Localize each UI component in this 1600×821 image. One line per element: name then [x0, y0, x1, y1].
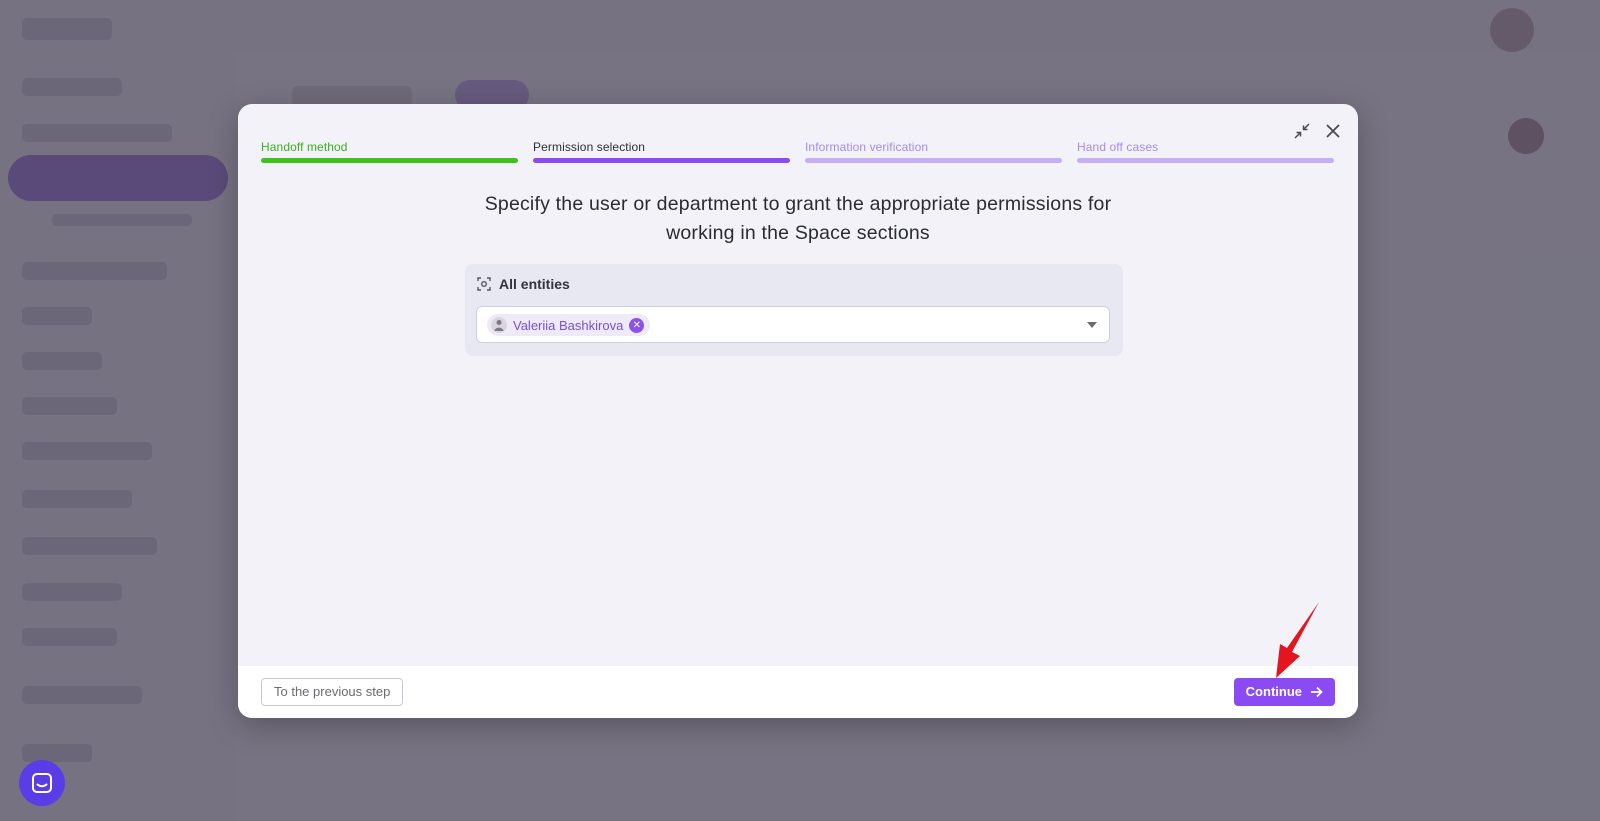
step-bar-complete: [261, 158, 518, 163]
entities-panel: All entities Valeriia Bashkirova ✕: [465, 264, 1123, 356]
collapse-arrows-icon: [1294, 123, 1310, 139]
step-progress: Handoff method Permission selection Info…: [261, 140, 1335, 170]
step-information-verification: Information verification: [805, 140, 1062, 163]
chat-widget-button[interactable]: [19, 760, 65, 806]
close-button[interactable]: [1322, 122, 1344, 144]
modal-title-line: working in the Space sections: [666, 222, 930, 244]
step-label: Handoff method: [261, 140, 348, 154]
close-icon: [1326, 124, 1340, 138]
user-avatar-icon: [494, 320, 504, 331]
entities-heading-label: All entities: [499, 276, 570, 292]
chat-icon: [32, 773, 52, 793]
caret-down-icon[interactable]: [1087, 322, 1097, 328]
scan-focus-icon: [477, 277, 491, 291]
arrow-right-icon: [1311, 686, 1323, 698]
step-bar-pending: [1077, 158, 1334, 163]
remove-x-icon[interactable]: ✕: [629, 317, 645, 333]
step-handoff-method: Handoff method: [261, 140, 518, 163]
selected-user-chip: Valeriia Bashkirova ✕: [487, 314, 651, 336]
user-avatar-icon: [491, 317, 507, 333]
continue-label: Continue: [1245, 684, 1302, 699]
entities-heading: All entities: [477, 276, 570, 292]
previous-step-button[interactable]: To the previous step: [261, 678, 404, 706]
continue-button[interactable]: Continue: [1233, 678, 1335, 706]
step-permission-selection: Permission selection: [533, 140, 790, 163]
modal-title: Specify the user or department to grant …: [438, 190, 1158, 248]
handoff-modal: Handoff method Permission selection Info…: [238, 104, 1358, 718]
entity-select-field[interactable]: Valeriia Bashkirova ✕: [476, 306, 1110, 343]
step-bar-current: [533, 158, 790, 163]
collapse-arrows-icon[interactable]: [1291, 122, 1313, 144]
modal-title-line: Specify the user or department to grant …: [484, 193, 1112, 215]
step-label: Permission selection: [533, 140, 646, 154]
selected-user-name: Valeriia Bashkirova: [513, 317, 624, 333]
modal-footer: To the previous step Continue: [238, 666, 1358, 718]
step-label: Information verification: [805, 140, 929, 154]
step-bar-pending: [805, 158, 1062, 163]
